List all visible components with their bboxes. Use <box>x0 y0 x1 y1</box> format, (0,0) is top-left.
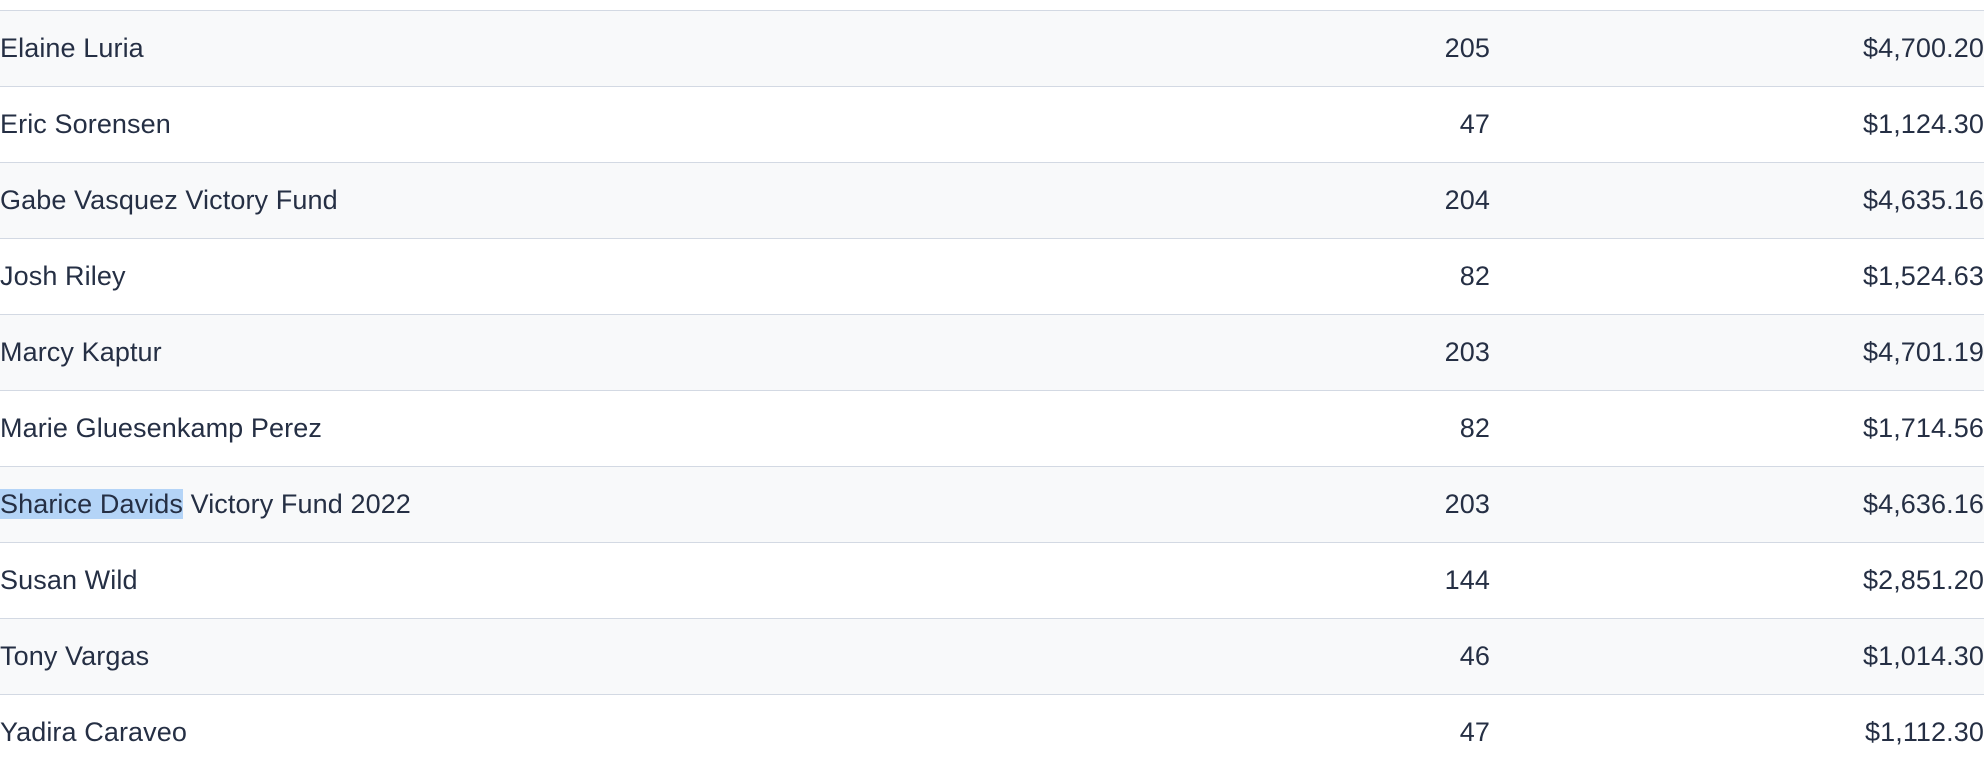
cell-committee-name[interactable]: Susan Wild <box>0 542 1270 619</box>
cell-amount: $4,636.16 <box>1490 466 1984 543</box>
table-row[interactable]: Eric Sorensen 47 $1,124.30 <box>0 86 1984 163</box>
cell-count: 203 <box>1270 466 1490 543</box>
cell-amount: $4,701.19 <box>1490 314 1984 391</box>
table-row[interactable]: Marie Gluesenkamp Perez 82 $1,714.56 <box>0 390 1984 467</box>
contributions-table-container: Elaine Luria 205 $4,700.20 Eric Sorensen 47 $… <box>0 0 1984 770</box>
cell-committee-name[interactable]: Marie Gluesenkamp Perez <box>0 390 1270 467</box>
cell-committee-name[interactable]: Tony Vargas <box>0 618 1270 695</box>
table-row[interactable]: Susan Wild 144 $2,851.20 <box>0 542 1984 619</box>
cell-committee-name[interactable]: Marcy Kaptur <box>0 314 1270 391</box>
cell-count: 82 <box>1270 238 1490 315</box>
selected-text[interactable]: Sharice Davids <box>0 489 183 520</box>
cell-amount: $1,524.63 <box>1490 238 1984 315</box>
cell-amount: $1,014.30 <box>1490 618 1984 695</box>
cell-amount: $1,112.30 <box>1490 694 1984 770</box>
cell-count: 47 <box>1270 694 1490 770</box>
cell-text-remainder: Victory Fund 2022 <box>182 489 411 520</box>
cell-amount: $4,635.16 <box>1490 162 1984 239</box>
cell-count: 204 <box>1270 162 1490 239</box>
table-row[interactable]: Marcy Kaptur 203 $4,701.19 <box>0 314 1984 391</box>
cell-committee-name[interactable]: Sharice Davids Victory Fund 2022 <box>0 466 1270 543</box>
cell-amount: $2,851.20 <box>1490 542 1984 619</box>
cell-amount: $4,700.20 <box>1490 10 1984 87</box>
table-row[interactable]: Elaine Luria 205 $4,700.20 <box>0 10 1984 87</box>
cell-committee-name[interactable]: Eric Sorensen <box>0 86 1270 163</box>
table-row[interactable]: Tony Vargas 46 $1,014.30 <box>0 618 1984 695</box>
cell-committee-name[interactable]: Elaine Luria <box>0 10 1270 87</box>
cell-committee-name[interactable]: Josh Riley <box>0 238 1270 315</box>
table-row[interactable]: Gabe Vasquez Victory Fund 204 $4,635.16 <box>0 162 1984 239</box>
cell-count: 47 <box>1270 86 1490 163</box>
cell-count: 144 <box>1270 542 1490 619</box>
cell-amount: $1,124.30 <box>1490 86 1984 163</box>
cell-count: 205 <box>1270 10 1490 87</box>
cell-committee-name[interactable]: Gabe Vasquez Victory Fund <box>0 162 1270 239</box>
cell-committee-name[interactable]: Yadira Caraveo <box>0 694 1270 770</box>
table-row[interactable]: Yadira Caraveo 47 $1,112.30 <box>0 694 1984 770</box>
cell-count: 46 <box>1270 618 1490 695</box>
table-row[interactable]: Josh Riley 82 $1,524.63 <box>0 238 1984 315</box>
contributions-table: Elaine Luria 205 $4,700.20 Eric Sorensen 47 $… <box>0 10 1984 770</box>
table-row[interactable]: Sharice Davids Victory Fund 2022 203 $4,63… <box>0 466 1984 543</box>
cell-amount: $1,714.56 <box>1490 390 1984 467</box>
table-body: Elaine Luria 205 $4,700.20 Eric Sorensen 47 $… <box>0 10 1984 770</box>
cell-count: 82 <box>1270 390 1490 467</box>
cell-count: 203 <box>1270 314 1490 391</box>
